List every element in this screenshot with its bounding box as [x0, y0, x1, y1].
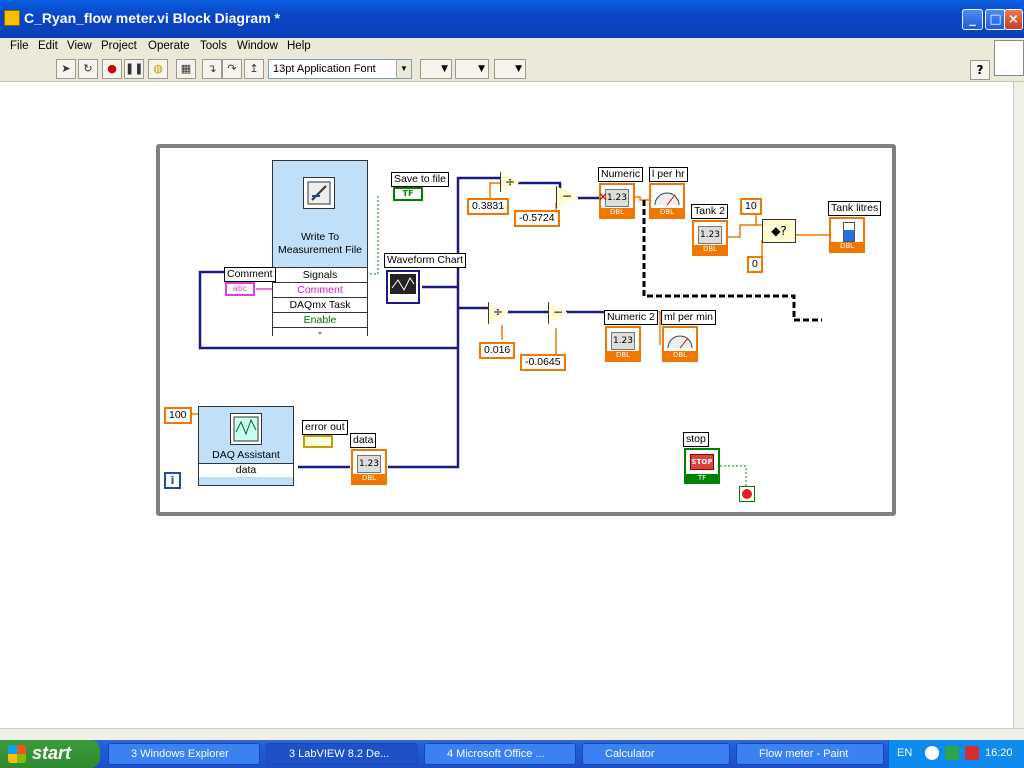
task-labview[interactable]: 3 LabVIEW 8.2 De...: [266, 743, 418, 765]
daq-assistant-icon: [230, 413, 262, 445]
task-microsoft-office[interactable]: 4 Microsoft Office ...: [424, 743, 576, 765]
waveform-chart-icon[interactable]: [386, 270, 420, 304]
comment-label: Comment: [224, 267, 276, 282]
daq-data-terminal[interactable]: data: [199, 463, 293, 477]
coercion-dot-icon: ✕: [598, 190, 609, 204]
start-label: start: [32, 743, 72, 763]
save-to-file-label: Save to file: [391, 172, 449, 187]
clock: 16:20: [985, 747, 1013, 759]
comment-string-control[interactable]: abc: [225, 282, 255, 296]
vertical-scrollbar[interactable]: [1013, 82, 1024, 728]
write-file-icon: [303, 177, 335, 209]
in-range-coerce-node[interactable]: ◆?: [762, 219, 796, 243]
daq-assistant-node[interactable]: DAQ Assistant data: [198, 406, 294, 486]
language-indicator[interactable]: EN: [897, 747, 912, 759]
iteration-terminal[interactable]: i: [164, 472, 181, 489]
l-per-hr-gauge[interactable]: DBL: [649, 183, 685, 219]
expand-handle[interactable]: ⌄: [273, 327, 367, 337]
constant-neg-0-0645[interactable]: -0.0645: [520, 354, 566, 371]
error-out-cluster[interactable]: [303, 435, 333, 448]
tank-litres-label: Tank litres: [828, 201, 882, 216]
wtmf-daqmx-task-terminal[interactable]: DAQmx Task: [273, 297, 367, 312]
constant-100[interactable]: 100: [164, 407, 192, 424]
windows-logo-icon: [8, 745, 26, 763]
error-out-label: error out: [302, 420, 348, 435]
constant-10[interactable]: 10: [740, 198, 762, 215]
task-windows-explorer[interactable]: 3 Windows Explorer: [108, 743, 260, 765]
constant-0-016[interactable]: 0.016: [479, 342, 516, 359]
start-button[interactable]: start: [0, 740, 100, 768]
ml-per-min-label: ml per min: [661, 310, 717, 325]
stop-label: stop: [683, 432, 709, 447]
system-tray: EN 16:20: [888, 740, 1024, 768]
write-to-measurement-file-node[interactable]: Write To Measurement File Signals Commen…: [272, 160, 368, 337]
l-per-hr-label: l per hr: [649, 167, 688, 182]
numeric-label: Numeric: [598, 167, 644, 182]
numeric2-indicator[interactable]: 1.23 DBL: [605, 326, 641, 362]
wtmf-comment-terminal[interactable]: Comment: [273, 282, 367, 297]
data-label: data: [350, 433, 377, 448]
data-indicator[interactable]: 1.23 DBL: [351, 449, 387, 485]
tank-litres-indicator[interactable]: DBL: [829, 217, 865, 253]
tank2-label: Tank 2: [691, 204, 728, 219]
daq-assistant-title: DAQ Assistant: [212, 449, 280, 461]
loop-condition-terminal[interactable]: [739, 486, 755, 502]
network-icon[interactable]: [925, 746, 939, 760]
constant-0[interactable]: 0: [747, 256, 763, 273]
stop-button-control[interactable]: STOP TF: [684, 448, 720, 484]
ml-per-min-gauge[interactable]: DBL: [662, 326, 698, 362]
wtmf-enable-terminal[interactable]: Enable: [273, 312, 367, 327]
numeric2-label: Numeric 2: [604, 310, 658, 325]
waveform-chart-label: Waveform Chart: [384, 253, 467, 268]
task-calculator[interactable]: Calculator: [582, 743, 730, 765]
constant-neg-0-5724[interactable]: -0.5724: [514, 210, 560, 227]
wtmf-title: Write To Measurement File: [277, 231, 363, 256]
tank2-indicator[interactable]: 1.23 DBL: [692, 220, 728, 256]
constant-0-3831[interactable]: 0.3831: [467, 198, 510, 215]
wtmf-signals-terminal[interactable]: Signals: [273, 267, 367, 282]
security-icon[interactable]: [945, 746, 959, 760]
shield-icon[interactable]: [965, 746, 979, 760]
task-flow-meter-paint[interactable]: Flow meter - Paint: [736, 743, 884, 765]
save-to-file-boolean[interactable]: TF: [393, 187, 423, 201]
